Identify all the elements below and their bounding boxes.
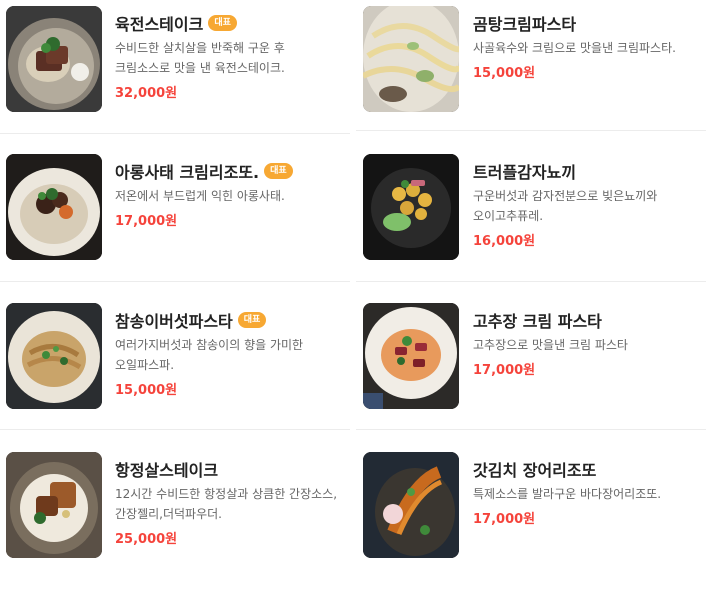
menu-item-price: 32,000원	[115, 86, 178, 101]
menu-item-description: 고추장으로 맛을낸 크림 파스타	[473, 338, 628, 352]
menu-item-price: 17,000원	[473, 363, 536, 378]
menu-item-eel-risotto[interactable]: 갓김치 장어리조또 특제소스를 발라구운 바다장어리조또. 17,000원	[353, 446, 706, 594]
signature-badge: 대표	[237, 312, 267, 328]
menu-item-photo	[6, 6, 102, 112]
menu-item-name: 고추장 크림 파스타	[473, 312, 602, 331]
menu-item-price: 15,000원	[473, 66, 536, 81]
menu-item-name: 트러플감자뇨끼	[473, 163, 577, 182]
menu-item-price: 16,000원	[473, 234, 536, 249]
menu-item-price: 17,000원	[473, 512, 536, 527]
menu-item-name: 아롱사태 크림리조또.	[115, 163, 260, 182]
menu-item-truffle-gnocchi[interactable]: 트러플감자뇨끼 구운버섯과 감자전분으로 빚은뇨끼와 오이고추퓨레. 16,00…	[353, 148, 706, 296]
menu-item-gochujang-pasta[interactable]: 고추장 크림 파스타 고추장으로 맛을낸 크림 파스타 17,000원	[353, 297, 706, 445]
divider	[0, 281, 350, 282]
menu-item-description: 특제소스를 발라구운 바다장어리조또.	[473, 487, 662, 501]
menu-item-price: 17,000원	[115, 214, 178, 229]
menu-item-name: 항정살스테이크	[115, 461, 219, 480]
menu-item-yukjeon-steak[interactable]: 육전스테이크 대표 수비드한 살치살을 반죽해 구운 후 크림소스로 맛을 낸 …	[0, 0, 353, 148]
menu-item-pork-jowl-steak[interactable]: 항정살스테이크 12시간 수비드한 항정살과 상큼한 간장소스,간장젤리,더덕파…	[0, 446, 353, 594]
menu-item-description: 12시간 수비드한 항정살과 상큼한 간장소스,간장젤리,더덕파우더.	[115, 487, 338, 521]
menu-item-description: 수비드한 살치살을 반죽해 구운 후 크림소스로 맛을 낸 육전스테이크.	[115, 41, 285, 75]
menu-item-description: 사골육수와 크림으로 맛을낸 크림파스타.	[473, 41, 676, 55]
menu-item-mushroom-pasta[interactable]: 참송이버섯파스타 대표 여러가지버섯과 참송이의 향을 가미한 오일파스파. 1…	[0, 297, 353, 445]
menu-item-price: 15,000원	[115, 383, 178, 398]
menu-item-photo	[363, 303, 459, 409]
menu-item-description: 저온에서 부드럽게 익힌 아롱사태.	[115, 189, 285, 203]
menu-item-description: 구운버섯과 감자전분으로 빚은뇨끼와 오이고추퓨레.	[473, 189, 658, 223]
signature-badge: 대표	[208, 15, 237, 31]
menu-item-name: 참송이버섯파스타	[115, 312, 233, 331]
signature-badge: 대표	[264, 163, 293, 179]
divider	[356, 429, 706, 430]
menu-item-name: 육전스테이크	[115, 15, 204, 34]
menu-item-photo	[363, 452, 459, 558]
menu-item-photo	[6, 303, 102, 409]
menu-item-arong-satae-risotto[interactable]: 아롱사태 크림리조또. 대표 저온에서 부드럽게 익힌 아롱사태. 17,000…	[0, 148, 353, 296]
divider	[356, 281, 706, 282]
menu-item-photo	[6, 154, 102, 260]
divider	[0, 429, 350, 430]
menu-item-description: 여러가지버섯과 참송이의 향을 가미한 오일파스파.	[115, 338, 304, 372]
divider	[356, 130, 706, 131]
menu-item-photo	[363, 154, 459, 260]
menu-item-gomtang-pasta[interactable]: 곰탕크림파스타 사골육수와 크림으로 맛을낸 크림파스타. 15,000원	[353, 0, 706, 148]
divider	[0, 133, 350, 134]
menu-item-name: 곰탕크림파스타	[473, 15, 577, 34]
menu-item-photo	[6, 452, 102, 558]
menu-item-name: 갓김치 장어리조또	[473, 461, 597, 480]
menu-item-price: 25,000원	[115, 532, 178, 547]
menu-item-photo	[363, 6, 459, 112]
